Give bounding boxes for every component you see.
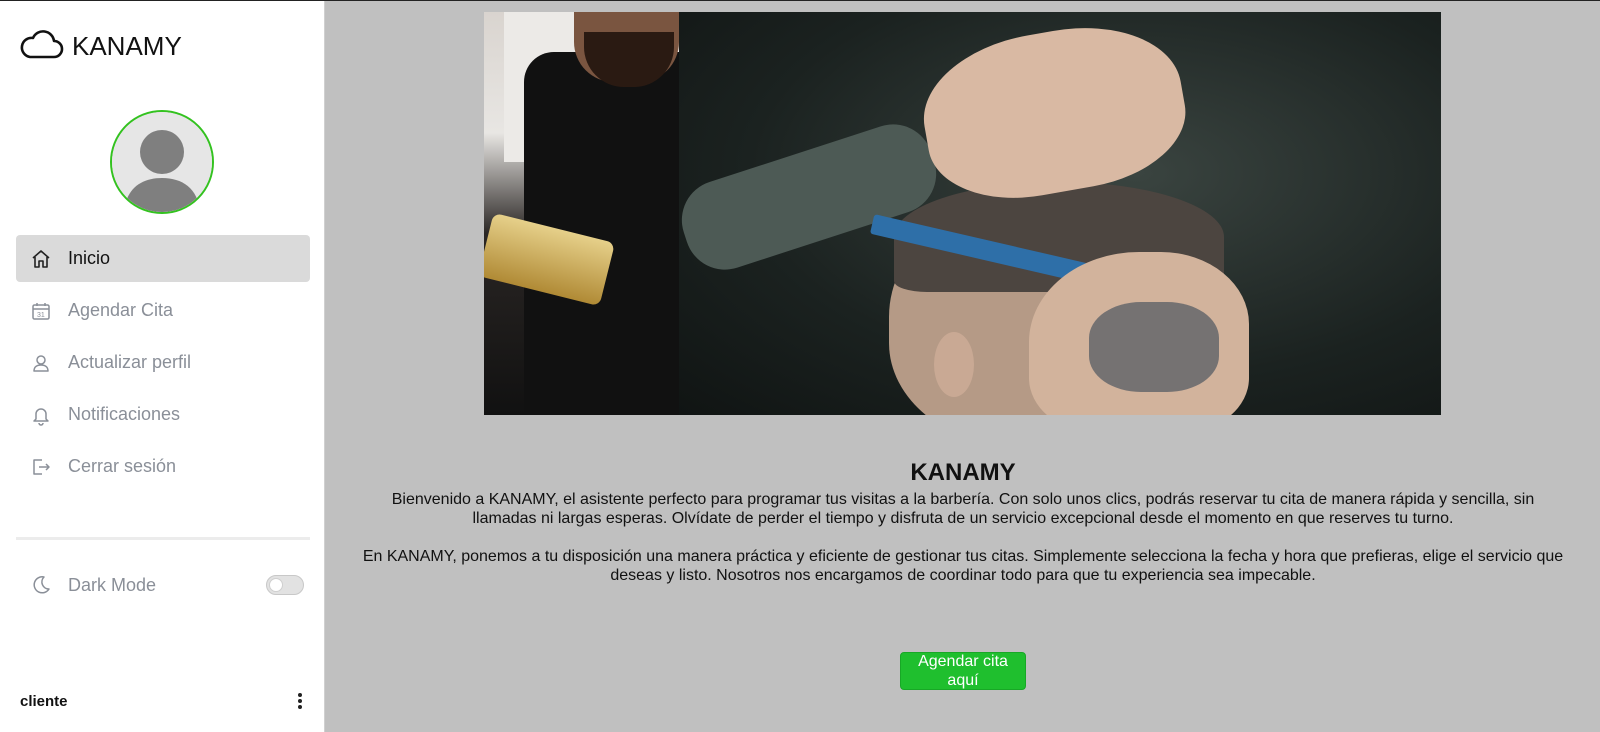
main-content: KANAMY Bienvenido a KANAMY, el asistente…: [326, 1, 1600, 732]
brand[interactable]: KANAMY: [20, 27, 182, 66]
agendar-cita-button[interactable]: Agendar cita aquí: [900, 652, 1026, 690]
barber-photo-left: [484, 12, 679, 415]
dark-mode-row: Dark Mode: [16, 563, 310, 607]
sidebar-nav: Inicio 31 Agendar Cita Actualizar perfil…: [16, 235, 310, 495]
intro-paragraph: Bienvenido a KANAMY, el asistente perfec…: [391, 491, 1535, 527]
sidebar-item-actualizar-perfil[interactable]: Actualizar perfil: [16, 339, 310, 386]
user-icon: [30, 352, 52, 374]
sidebar-item-label: Actualizar perfil: [68, 352, 192, 372]
user-row: cliente: [20, 691, 306, 711]
calendar-icon: 31: [30, 300, 52, 322]
toggle-knob: [269, 578, 283, 592]
sidebar-item-label: Cerrar sesión: [68, 456, 177, 476]
agendar-cita-button-label: Agendar cita aquí: [918, 653, 1008, 689]
barber-photo-right: [671, 12, 1441, 415]
sidebar-item-label: Agendar Cita: [68, 300, 174, 320]
more-vertical-icon[interactable]: [294, 691, 306, 711]
dark-mode-label: Dark Mode: [68, 574, 157, 595]
sidebar-item-agendar-cita[interactable]: 31 Agendar Cita: [16, 287, 310, 334]
sidebar: KANAMY Inicio 31 Agendar Cita Actualizar…: [0, 1, 325, 732]
home-icon: [30, 248, 52, 270]
page-title: KANAMY: [910, 459, 1016, 486]
svg-text:31: 31: [37, 312, 45, 319]
bell-icon: [30, 404, 52, 426]
sidebar-item-cerrar-sesion[interactable]: Cerrar sesión: [16, 443, 310, 490]
sidebar-divider: [16, 537, 310, 540]
logout-icon: [30, 456, 52, 478]
user-placeholder-icon: [112, 112, 212, 212]
cloud-icon: [20, 27, 64, 66]
moon-icon: [30, 574, 52, 596]
sidebar-item-label: Inicio: [68, 248, 111, 268]
user-name: cliente: [20, 692, 68, 710]
brand-name: KANAMY: [72, 31, 182, 61]
avatar[interactable]: [110, 110, 214, 214]
sidebar-item-notificaciones[interactable]: Notificaciones: [16, 391, 310, 438]
hero-image: [484, 12, 1441, 415]
sidebar-item-inicio[interactable]: Inicio: [16, 235, 310, 282]
dark-mode-toggle[interactable]: [266, 575, 304, 595]
description-paragraph: En KANAMY, ponemos a tu disposición una …: [362, 548, 1564, 584]
sidebar-item-label: Notificaciones: [68, 404, 181, 424]
